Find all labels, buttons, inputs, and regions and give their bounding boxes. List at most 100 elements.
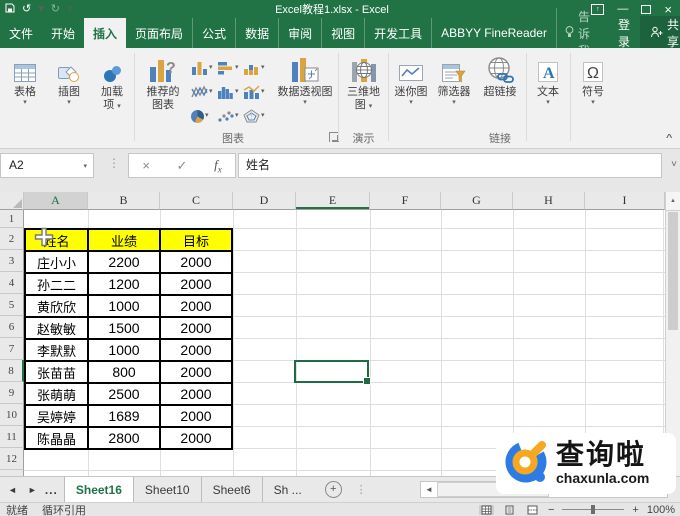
table-cell[interactable]: 2000	[161, 406, 233, 428]
zoom-out-icon[interactable]: −	[548, 504, 554, 516]
add-sheet-icon[interactable]: +	[324, 481, 342, 498]
3d-map-button[interactable]: 三维地 图 ▾	[341, 52, 386, 112]
radar-chart-button[interactable]: ▾	[243, 104, 269, 128]
histogram-chart-button[interactable]: ▾	[217, 80, 243, 104]
qat-customize-icon[interactable]: ▾	[67, 3, 73, 15]
zoom-in-icon[interactable]: +	[632, 504, 638, 516]
prev-sheet-icon[interactable]: ◄	[8, 485, 17, 495]
pie-chart-button[interactable]: ▾	[191, 104, 217, 128]
undo-dropdown-icon[interactable]: ▾	[38, 3, 44, 15]
tab-data[interactable]: 数据	[236, 18, 280, 48]
tab-review[interactable]: 审阅	[279, 18, 323, 48]
hyperlink-button[interactable]: 超链接	[478, 52, 522, 99]
table-cell[interactable]: 孙二二	[26, 274, 89, 296]
recommended-charts-button[interactable]: ? 推荐的 图表	[138, 52, 188, 112]
next-sheet-icon[interactable]: ►	[28, 485, 37, 495]
column-header-i[interactable]: I	[585, 192, 665, 210]
combo-chart-button[interactable]: ▾	[243, 80, 269, 104]
name-box[interactable]: A2 ▾	[0, 153, 94, 178]
row-header-11[interactable]: 11	[0, 426, 24, 448]
pivotchart-button[interactable]: 数据透视图 ▾	[274, 52, 336, 107]
column-header-f[interactable]: F	[370, 192, 441, 210]
table-cell[interactable]: 黄欣欣	[26, 296, 89, 318]
column-header-h[interactable]: H	[513, 192, 585, 210]
tab-home[interactable]: 开始	[42, 18, 84, 48]
enter-icon[interactable]: ✓	[177, 158, 188, 174]
tab-page-layout[interactable]: 页面布局	[126, 18, 194, 48]
zoom-slider-thumb[interactable]	[591, 505, 596, 514]
column-chart-button[interactable]: ▾	[191, 56, 217, 80]
row-header-6[interactable]: 6	[0, 316, 24, 338]
tab-view[interactable]: 视图	[322, 18, 366, 48]
column-header-a[interactable]: A	[24, 192, 88, 210]
minimize-icon[interactable]: —	[617, 3, 628, 15]
bar-chart-button[interactable]: ▾	[217, 56, 243, 80]
table-cell[interactable]: 2000	[161, 274, 233, 296]
row-header-9[interactable]: 9	[0, 382, 24, 404]
table-cell[interactable]: 1000	[89, 340, 161, 362]
sheet-tab-sheet10[interactable]: Sheet10	[134, 477, 202, 502]
row-header-10[interactable]: 10	[0, 404, 24, 426]
sparklines-button[interactable]: 迷你图 ▾	[391, 52, 431, 107]
sign-in-button[interactable]: 登录	[608, 16, 640, 50]
column-header-e[interactable]: E	[296, 192, 370, 210]
sheet-tab-sheet6[interactable]: Sheet6	[202, 477, 263, 502]
table-header-cell[interactable]: 目标	[161, 230, 233, 252]
normal-view-icon[interactable]	[478, 504, 494, 515]
row-header-2[interactable]: 2	[0, 228, 24, 250]
table-cell[interactable]: 2500	[89, 384, 161, 406]
table-cell[interactable]: 陈晶晶	[26, 428, 89, 450]
column-header-c[interactable]: C	[160, 192, 233, 210]
table-cell[interactable]: 2000	[161, 362, 233, 384]
table-cell[interactable]: 2000	[161, 340, 233, 362]
table-cell[interactable]: 张苗苗	[26, 362, 89, 384]
share-button[interactable]: 共享	[640, 16, 680, 50]
table-cell[interactable]: 赵敏敏	[26, 318, 89, 340]
table-cell[interactable]: 吴婷婷	[26, 406, 89, 428]
row-header-4[interactable]: 4	[0, 272, 24, 294]
tables-button[interactable]: 表格 ▾	[4, 52, 46, 107]
tab-file[interactable]: 文件	[0, 18, 42, 48]
maximize-icon[interactable]	[641, 4, 652, 14]
page-break-view-icon[interactable]	[525, 505, 540, 515]
hierarchy-chart-button[interactable]: ▾	[243, 56, 269, 80]
undo-icon[interactable]: ↺	[22, 3, 31, 15]
collapse-ribbon-icon[interactable]: ^	[666, 133, 672, 143]
vertical-scroll-thumb[interactable]	[668, 212, 678, 330]
illustrations-button[interactable]: 插图 ▾	[48, 52, 90, 107]
scroll-up-icon[interactable]: ▲	[666, 192, 680, 211]
scatter-chart-button[interactable]: ▾	[217, 104, 243, 128]
zoom-level[interactable]: 100%	[647, 504, 675, 516]
row-header-12[interactable]: 12	[0, 448, 24, 470]
select-all-corner[interactable]	[0, 192, 24, 210]
row-header-1[interactable]: 1	[0, 210, 24, 228]
page-layout-view-icon[interactable]	[502, 505, 517, 515]
table-cell[interactable]: 1500	[89, 318, 161, 340]
table-cell[interactable]: 庄小小	[26, 252, 89, 274]
column-header-g[interactable]: G	[441, 192, 513, 210]
sheet-tab-truncated[interactable]: Sh ...	[263, 477, 313, 502]
insert-function-icon[interactable]: fx	[214, 157, 222, 175]
cancel-icon[interactable]: ×	[142, 158, 150, 173]
tab-abbyy[interactable]: ABBYY FineReader	[432, 18, 556, 48]
row-header-13[interactable]: 13	[0, 470, 24, 476]
symbols-button[interactable]: Ω 符号 ▾	[573, 52, 613, 107]
table-cell[interactable]: 李默默	[26, 340, 89, 362]
table-cell[interactable]: 2000	[161, 252, 233, 274]
table-cell[interactable]: 1200	[89, 274, 161, 296]
table-cell[interactable]: 2200	[89, 252, 161, 274]
line-chart-button[interactable]: ▾	[191, 80, 217, 104]
save-icon[interactable]	[5, 3, 15, 16]
table-cell[interactable]: 1689	[89, 406, 161, 428]
expand-formula-bar-icon[interactable]: ˅	[671, 159, 677, 170]
table-cell[interactable]: 800	[89, 362, 161, 384]
table-cell[interactable]: 2000	[161, 384, 233, 406]
scroll-left-icon[interactable]: ◄	[421, 485, 437, 494]
table-cell[interactable]: 2800	[89, 428, 161, 450]
table-cell[interactable]: 2000	[161, 428, 233, 450]
table-cell[interactable]: 2000	[161, 296, 233, 318]
column-header-b[interactable]: B	[88, 192, 160, 210]
tab-developer[interactable]: 开发工具	[365, 18, 433, 48]
row-header-5[interactable]: 5	[0, 294, 24, 316]
text-button[interactable]: A 文本 ▾	[529, 52, 567, 107]
